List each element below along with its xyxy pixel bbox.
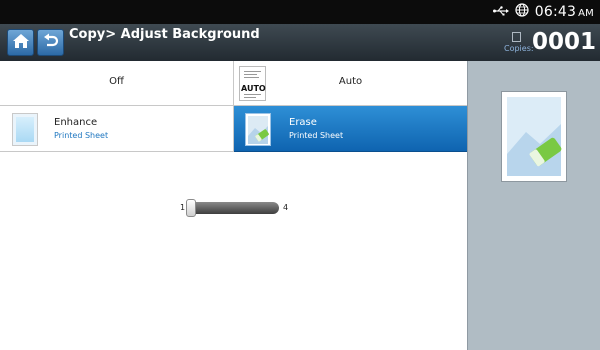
copies-icon <box>512 32 521 42</box>
level-slider-thumb[interactable] <box>186 199 196 217</box>
option-off-label: Off <box>109 76 124 87</box>
copies-count[interactable]: 0001 <box>532 29 596 55</box>
option-off-button[interactable]: Off <box>0 61 234 106</box>
option-enhance-label: Enhance <box>54 117 98 128</box>
copies-label: Copies: <box>504 44 534 53</box>
option-enhance-sublabel: Printed Sheet <box>54 131 109 140</box>
enhance-icon <box>12 113 38 146</box>
slider-max-label: 4 <box>283 203 289 212</box>
slider-min-label: 1 <box>180 203 186 212</box>
clock-ampm: AM <box>578 8 594 19</box>
level-slider-track[interactable] <box>186 202 279 214</box>
clock: 06:43 AM <box>535 4 594 20</box>
back-icon <box>43 33 59 53</box>
network-globe-icon <box>515 3 529 21</box>
home-icon <box>12 33 30 53</box>
home-button[interactable] <box>7 29 34 56</box>
option-auto-label: Auto <box>338 76 363 87</box>
header-bar: Copy> Adjust Background Copies: 0001 <box>0 24 600 61</box>
option-erase-label: Erase <box>289 117 317 128</box>
preview-pane <box>467 61 600 350</box>
option-erase-text: Erase Printed Sheet <box>289 117 343 140</box>
option-enhance-button[interactable]: Enhance Printed Sheet <box>0 106 234 152</box>
erase-icon <box>245 113 271 146</box>
usb-icon <box>492 5 509 20</box>
clock-time: 06:43 <box>534 4 577 20</box>
option-erase-sublabel: Printed Sheet <box>289 131 344 140</box>
page-title: Copy> Adjust Background <box>69 27 260 42</box>
status-bar: 06:43 AM <box>0 0 600 24</box>
status-icons: 06:43 AM <box>492 0 594 24</box>
option-enhance-text: Enhance Printed Sheet <box>54 117 108 140</box>
option-auto-button[interactable]: AUTO Auto <box>234 61 467 106</box>
erase-preview-icon <box>501 91 567 182</box>
back-button[interactable] <box>37 29 64 56</box>
option-erase-button[interactable]: Erase Printed Sheet <box>234 106 467 152</box>
